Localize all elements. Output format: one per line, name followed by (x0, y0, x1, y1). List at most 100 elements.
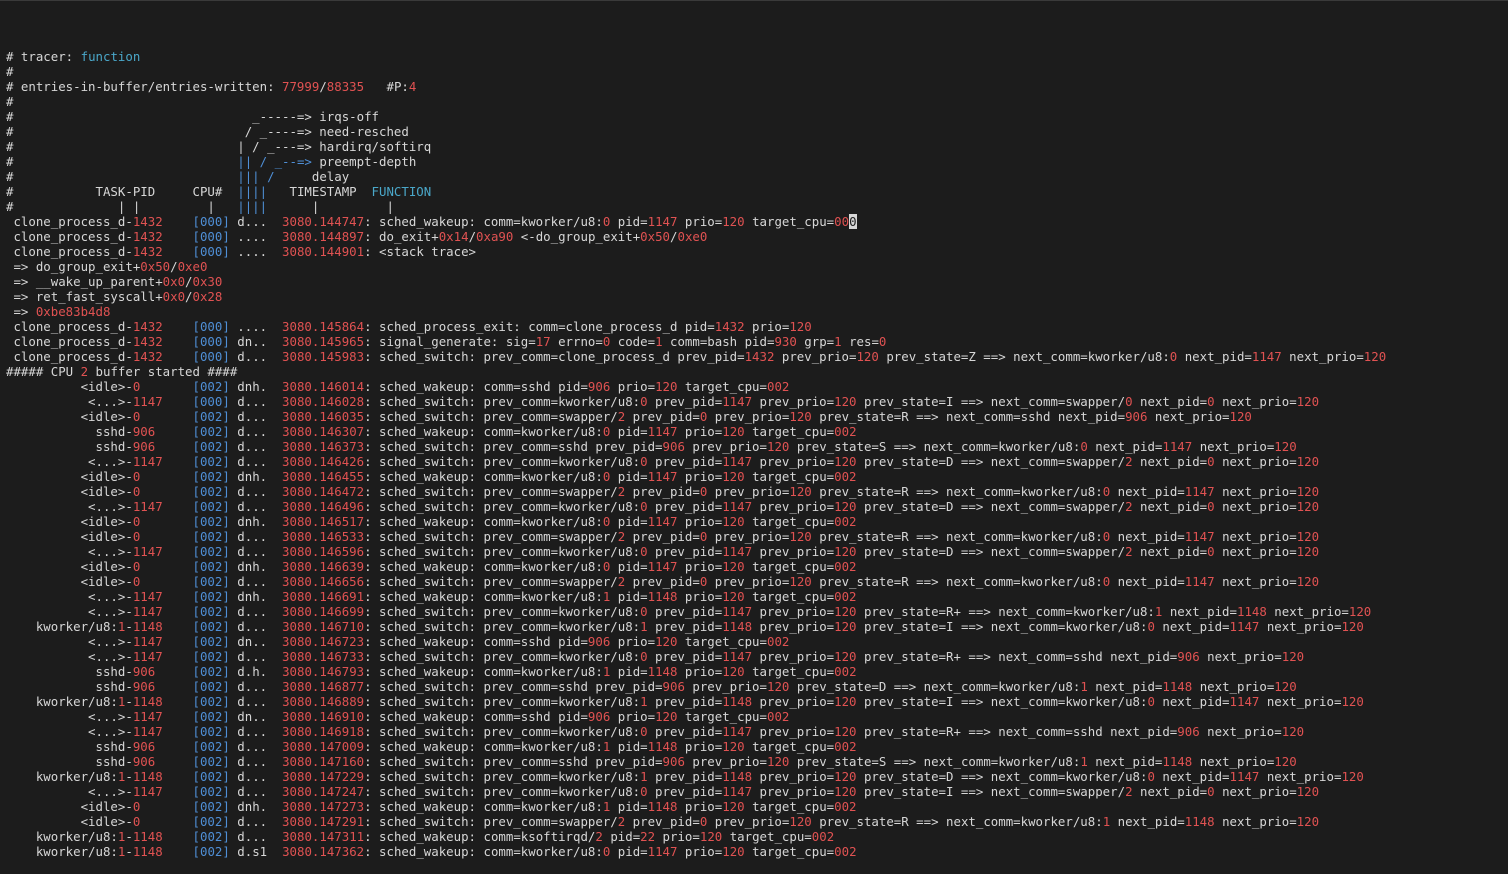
trace-text-segment: next_prio= (1259, 619, 1342, 634)
trace-text-segment: prio= (677, 214, 723, 229)
trace-text-segment: next_pid= (1154, 694, 1230, 709)
trace-text-segment: prev_state=R+ ==> next_comm=kworker/u8: (856, 604, 1155, 619)
trace-text-segment: 0 (640, 724, 648, 739)
trace-text-segment: 0 (640, 784, 648, 799)
trace-text-segment (155, 664, 192, 679)
trace-text-segment: next_pid= (1087, 679, 1163, 694)
trace-text-segment: d... (229, 409, 283, 424)
trace-text-segment: 002 (834, 739, 857, 754)
trace-text-segment: d... (229, 784, 283, 799)
trace-text-segment: 0xa90 (476, 229, 514, 244)
trace-text-segment: [002] (192, 814, 230, 829)
trace-text-segment: 1148 (132, 694, 163, 709)
trace-text-segment: prev_pid= (647, 499, 723, 514)
trace-text-segment: 1147 (132, 724, 163, 739)
trace-line: <idle>-0 [002] dnh. 3080.146014: sched_w… (6, 379, 1508, 394)
trace-text-segment: 906 (662, 754, 685, 769)
trace-text-segment: d... (229, 544, 283, 559)
trace-text-segment: 120 (655, 379, 678, 394)
trace-text-segment: 002 (766, 379, 790, 394)
trace-text-segment: 1147 (132, 499, 163, 514)
trace-text-segment: 120 (722, 799, 745, 814)
trace-text-segment: 3080.147160 (282, 754, 365, 769)
trace-text-segment: 3080.147311 (282, 829, 365, 844)
trace-text-segment: [002] (192, 739, 230, 754)
trace-text-segment: 120 (789, 484, 812, 499)
trace-text-segment: 002 (834, 589, 857, 604)
trace-text-segment: prev_state=I ==> next_comm=swapper/ (856, 784, 1126, 799)
trace-text-segment: sshd- (6, 439, 133, 454)
trace-text-segment: 0 (1080, 439, 1088, 454)
trace-text-segment: 120 (1296, 499, 1320, 514)
trace-text-segment: prev_prio= (707, 574, 790, 589)
trace-text-segment: 0 (640, 604, 648, 619)
trace-text-segment: res= (841, 334, 879, 349)
trace-line: <...>-1147 [002] dn.. 3080.146910: sched… (6, 709, 1508, 724)
trace-text-segment: 1147 (132, 784, 163, 799)
trace-text-segment: prev_prio= (684, 439, 767, 454)
trace-line: <...>-1147 [002] d... 3080.146918: sched… (6, 724, 1508, 739)
trace-text-segment: [000] (192, 334, 230, 349)
trace-text-segment: 1147 (647, 514, 678, 529)
trace-line: sshd-906 [002] d... 3080.146877: sched_s… (6, 679, 1508, 694)
trace-text-segment: 120 (1341, 619, 1364, 634)
trace-text-segment: 906 (662, 679, 685, 694)
trace-text-segment: 1147 (132, 604, 163, 619)
trace-text-segment: target_cpu= (744, 589, 835, 604)
trace-line: kworker/u8:1-1148 [002] d... 3080.147229… (6, 769, 1508, 784)
trace-text-segment: [002] (192, 724, 230, 739)
trace-text-segment: # / _----=> need-resched (6, 124, 409, 139)
trace-text-segment: .... (229, 229, 283, 244)
trace-text-segment: 3080.146793 (282, 664, 365, 679)
trace-line: # | / _---=> hardirq/softirq (6, 139, 1508, 154)
trace-text-segment: 906 (662, 439, 685, 454)
trace-text-segment: 0 (602, 844, 611, 859)
trace-text-segment: d... (229, 349, 283, 364)
trace-text-segment: 906 (132, 754, 156, 769)
trace-text-segment: prev_prio= (707, 814, 790, 829)
trace-text-segment: => ret_fast_syscall+ (6, 289, 163, 304)
trace-text-segment (163, 724, 193, 739)
trace-text-segment: 1147 (722, 724, 753, 739)
terminal-output[interactable]: # tracer: function # # entries-in-buffer/e… (0, 0, 1508, 859)
trace-text-segment: 3080.146733 (282, 649, 365, 664)
trace-text-segment: : sched_wakeup: comm=kworker/u8: (364, 844, 603, 859)
trace-text-segment: next_prio= (1281, 349, 1364, 364)
trace-text-segment: : sched_wakeup: comm=kworker/u8: (364, 799, 603, 814)
trace-line: # _-----=> irqs-off (6, 109, 1508, 124)
trace-text-segment: next_prio= (1214, 529, 1297, 544)
trace-text-segment: next_prio= (1199, 649, 1282, 664)
trace-text-segment (163, 214, 193, 229)
trace-text-segment: next_pid= (1132, 454, 1208, 469)
trace-text-segment (163, 769, 193, 784)
trace-text-segment: 120 (1348, 604, 1372, 619)
trace-text-segment: prev_prio= (752, 394, 835, 409)
trace-text-segment: 3080.146699 (282, 604, 365, 619)
trace-text-segment: prev_state=D ==> next_comm=kworker/u8: (856, 769, 1148, 784)
trace-text-segment: 3080.146656 (282, 574, 365, 589)
trace-text-segment: prev_state=D ==> next_comm=swapper/ (856, 454, 1126, 469)
trace-text-segment (163, 349, 193, 364)
trace-text-segment: 1147 (722, 499, 753, 514)
trace-text-segment: ||| / (237, 169, 275, 184)
trace-text-segment: 1432 (132, 214, 163, 229)
trace-text-segment: 0 (132, 814, 141, 829)
trace-text-segment: d.h. (229, 664, 283, 679)
trace-text-segment: # (6, 169, 238, 184)
trace-text-segment: errno= (550, 334, 603, 349)
trace-text-segment: buffer started #### (88, 364, 238, 379)
trace-text-segment: 1148 (647, 589, 678, 604)
trace-text-segment: 120 (834, 784, 857, 799)
trace-text-segment: next_prio= (1214, 574, 1297, 589)
trace-text-segment: # entries-in-buffer/entries-written: (6, 79, 283, 94)
trace-text-segment: kworker/u8: (6, 769, 118, 784)
trace-text-segment: 3080.145965 (282, 334, 365, 349)
trace-text-segment (140, 379, 192, 394)
trace-text-segment: 0 (1147, 769, 1155, 784)
trace-text-segment: 1147 (132, 649, 163, 664)
trace-text-segment: 120 (699, 829, 723, 844)
trace-text-segment: prev_prio= (752, 649, 835, 664)
trace-text-segment: sshd- (6, 424, 133, 439)
trace-text-segment: grp= (796, 334, 835, 349)
trace-text-segment: target_cpu= (744, 844, 835, 859)
